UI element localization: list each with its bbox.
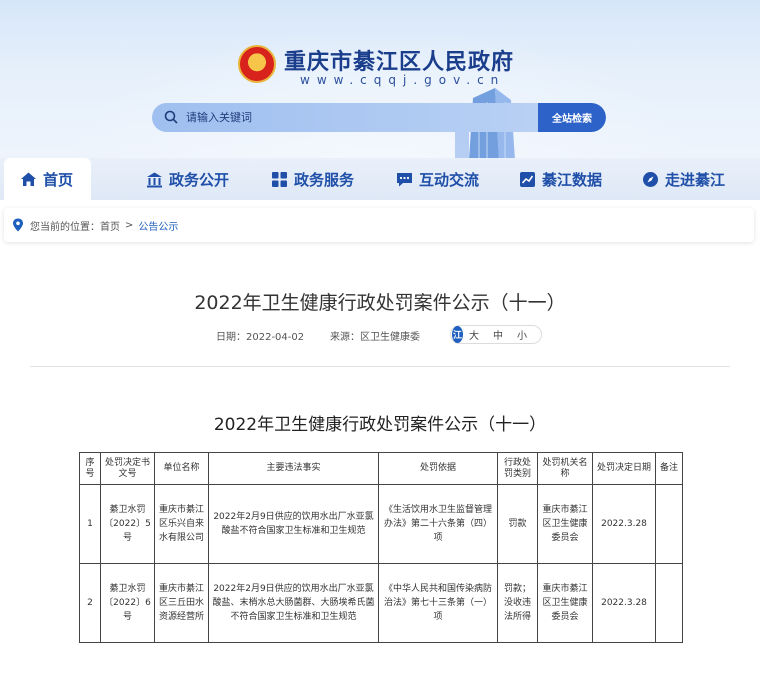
nav-item-interaction[interactable]: 互动交流	[396, 158, 479, 200]
nav-label-home: 首页	[43, 170, 74, 189]
building-icon	[147, 172, 162, 187]
search-input[interactable]	[186, 103, 536, 132]
breadcrumb-separator: >	[125, 219, 134, 231]
site-badge-icon: 江	[452, 326, 463, 343]
breadcrumb-prefix: 您当前的位置：	[30, 221, 100, 233]
breadcrumb-current-link[interactable]: 公告公示	[138, 218, 178, 233]
nav-label-qijiang-data: 綦江数据	[542, 170, 603, 189]
main-nav: 首页 政务公开 政务服务 互动交流 綦江数据 走进綦江	[0, 158, 760, 200]
search-icon	[164, 110, 178, 124]
article-title: 2022年卫生健康行政处罚案件公示（十一）	[194, 292, 566, 314]
nav-item-home[interactable]: 首页	[4, 158, 92, 200]
table-cell: 1	[79, 484, 101, 564]
breadcrumb: 您当前的位置： 首页 > 公告公示	[4, 208, 754, 242]
table-cell: 《中华人民共和国传染病防治法》第七十三条第（一）项	[378, 563, 498, 643]
font-size-large[interactable]: 大	[469, 327, 479, 342]
table-header-cell: 处罚依据	[378, 452, 498, 485]
font-size-medium[interactable]: 中	[493, 327, 503, 342]
breadcrumb-home-link[interactable]: 首页	[100, 218, 120, 233]
article-date: 日期：2022-04-02	[216, 332, 305, 343]
table-header-cell: 备注	[655, 452, 683, 485]
nav-item-qijiang-data[interactable]: 綦江数据	[519, 158, 602, 200]
table-cell: 重庆市綦江区乐兴自来水有限公司	[154, 484, 209, 564]
divider	[30, 366, 730, 367]
search-bar: 全站检索	[152, 103, 606, 132]
table-row: 1 綦卫水罚〔2022〕5号 重庆市綦江区乐兴自来水有限公司 2022年2月9日…	[79, 484, 683, 564]
site-title: 重庆市綦江区人民政府	[284, 50, 515, 75]
table-cell: 《生活饮用水卫生监督管理办法》第二十六条第（四）项	[378, 484, 498, 564]
site-header: 重庆市綦江区人民政府 www.cqqj.gov.cn 全站检索	[0, 0, 760, 160]
table-cell: 綦卫水罚〔2022〕5号	[100, 484, 155, 564]
table-header-cell: 处罚决定日期	[592, 452, 656, 485]
home-icon	[21, 172, 36, 186]
table-header-cell: 主要违法事实	[208, 452, 379, 485]
table-cell: 重庆市綦江区三丘田水资源经营所	[154, 563, 209, 643]
table-cell: 罚款	[497, 484, 538, 564]
nav-item-about-qijiang[interactable]: 走进綦江	[642, 158, 725, 200]
table-cell: 2022.3.28	[592, 563, 656, 643]
table-cell: 重庆市綦江区卫生健康委员会	[537, 484, 593, 564]
search-button[interactable]: 全站检索	[538, 103, 606, 132]
table-cell: 2022年2月9日供应的饮用水出厂水亚氯酸盐不符合国家卫生标准和卫生规范	[208, 484, 379, 564]
nav-label-government-affairs: 政务公开	[169, 170, 230, 189]
nav-label-about-qijiang: 走进綦江	[665, 170, 726, 189]
table-row: 2 綦卫水罚〔2022〕6号 重庆市綦江区三丘田水资源经营所 2022年2月9日…	[79, 563, 683, 643]
table-header-cell: 处罚机关名称	[537, 452, 593, 485]
table-cell: 綦卫水罚〔2022〕6号	[100, 563, 155, 643]
article-source: 来源：区卫生健康委	[330, 332, 420, 343]
chat-icon	[397, 172, 412, 186]
table-cell: 罚款；没收违法所得	[497, 563, 538, 643]
table-header-cell: 处罚决定书文号	[100, 452, 155, 485]
table-header-cell: 序号	[79, 452, 101, 485]
compass-icon	[643, 171, 658, 187]
table-title: 2022年卫生健康行政处罚案件公示（十一）	[213, 415, 547, 435]
nav-label-interaction: 互动交流	[419, 170, 480, 189]
table-cell: 2	[79, 563, 101, 643]
grid-icon	[272, 171, 287, 187]
table-cell: 2022年2月9日供应的饮用水出厂水亚氯酸盐、末梢水总大肠菌群、大肠埃希氏菌不符…	[208, 563, 379, 643]
nav-item-government-affairs[interactable]: 政务公开	[146, 158, 229, 200]
table-header-cell: 行政处罚类别	[497, 452, 538, 485]
table-cell	[655, 484, 683, 564]
table-cell: 重庆市綦江区卫生健康委员会	[537, 563, 593, 643]
location-pin-icon	[13, 218, 23, 232]
table-header-row: 序号 处罚决定书文号 单位名称 主要违法事实 处罚依据 行政处罚类别 处罚机关名…	[79, 452, 683, 485]
nav-item-government-services[interactable]: 政务服务	[271, 158, 354, 200]
table-cell	[655, 563, 683, 643]
site-url: www.cqqj.gov.cn	[300, 73, 506, 87]
chart-icon	[520, 171, 535, 187]
nav-label-government-services: 政务服务	[294, 170, 355, 189]
national-emblem-logo	[238, 45, 276, 83]
font-size-small[interactable]: 小	[517, 327, 527, 342]
font-size-control: 江 大 中 小	[450, 325, 542, 344]
table-header-cell: 单位名称	[154, 452, 209, 485]
penalty-table: 序号 处罚决定书文号 单位名称 主要违法事实 处罚依据 行政处罚类别 处罚机关名…	[79, 452, 683, 643]
table-cell: 2022.3.28	[592, 484, 656, 564]
article-meta: 日期：2022-04-02 来源：区卫生健康委 江 大 中 小	[0, 325, 760, 345]
